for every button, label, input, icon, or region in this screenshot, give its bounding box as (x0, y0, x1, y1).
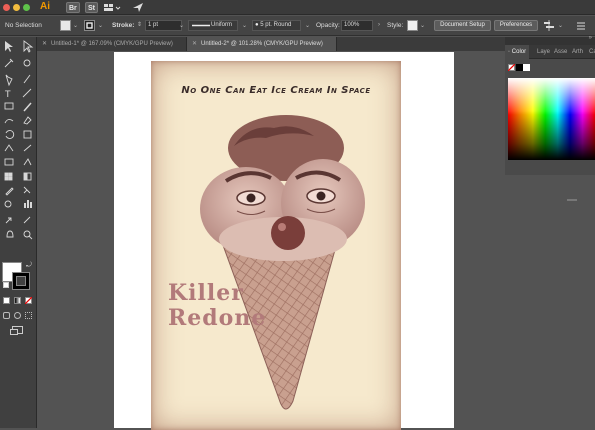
svg-text:T: T (4, 90, 11, 100)
selection-tool-icon[interactable] (0, 37, 12, 48)
stroke-weight-stepper-icon[interactable]: ⇕ (137, 21, 142, 28)
panel-resize-grip[interactable] (567, 199, 577, 201)
preferences-button[interactable]: Preferences (494, 20, 538, 31)
draw-normal-icon[interactable] (3, 312, 10, 319)
opacity-label[interactable]: Opacity: (316, 22, 340, 29)
opacity-field[interactable]: 100% (341, 20, 373, 31)
close-tab-icon[interactable]: ✕ (42, 41, 47, 47)
collapse-panel-icon[interactable]: » (589, 35, 592, 41)
stroke-color-swatch[interactable] (12, 272, 30, 290)
swap-colors-icon[interactable]: ⤾ (26, 262, 32, 270)
stock-button[interactable]: St (85, 2, 98, 13)
headline-line-1: Killer (168, 280, 244, 306)
tab-label: Untitled-2* @ 101.28% (CMYK/GPU Preview) (201, 41, 323, 47)
panel-tab-bar: ▫Color Laye Asse Arth Ca (505, 45, 595, 59)
white-swatch[interactable] (523, 64, 530, 71)
tab-ca[interactable]: Ca (589, 45, 595, 59)
none-mode-icon[interactable] (25, 297, 32, 304)
poster-headline[interactable]: Killer Redone (168, 281, 266, 331)
stroke-weight-field[interactable]: 1 pt (145, 20, 182, 31)
brush-label: 5 pt. Round (260, 22, 292, 28)
document-setup-button[interactable]: Document Setup (434, 20, 491, 31)
draw-inside-icon[interactable] (25, 312, 32, 319)
none-swatch[interactable] (508, 64, 515, 71)
tab-untitled-1[interactable]: ✕ Untitled-1* @ 167.09% (CMYK/GPU Preview… (37, 37, 187, 51)
graphic-style-swatch[interactable] (407, 20, 418, 31)
stroke-swatch[interactable] (84, 20, 95, 31)
profile-dropdown-icon[interactable]: ⌄ (242, 22, 247, 29)
cherry-nose (271, 216, 305, 250)
fill-dropdown-icon[interactable]: ⌄ (73, 22, 78, 29)
close-window-button[interactable] (3, 4, 10, 11)
tab-color[interactable]: ▫ Color (505, 45, 530, 59)
variable-width-profile[interactable]: Uniform (188, 20, 238, 31)
panel-menu-icon[interactable] (575, 20, 587, 31)
tab-artboards[interactable]: Arth (572, 45, 583, 59)
gradient-mode-icon[interactable] (14, 297, 21, 304)
profile-label: Uniform (211, 22, 233, 28)
tools-panel: T ⤾ (0, 37, 37, 428)
style-dropdown-icon[interactable]: ⌄ (420, 22, 425, 29)
color-spectrum[interactable] (508, 78, 595, 160)
zoom-window-button[interactable] (23, 4, 30, 11)
tab-layers[interactable]: Laye (537, 45, 550, 59)
black-swatch[interactable] (516, 64, 523, 71)
send-icon[interactable] (132, 2, 144, 13)
canvas-area[interactable]: No One Can Eat Ice Cream In Space Killer… (37, 51, 505, 430)
tab-label: Untitled-1* @ 167.09% (CMYK/GPU Preview) (51, 41, 173, 47)
document-tab-bar: ✕ Untitled-1* @ 167.09% (CMYK/GPU Preview… (37, 37, 505, 51)
panel-empty-area (505, 175, 595, 428)
control-bar: No Selection ⌄ ⌄ Stroke: ⇕ 1 pt ⌄ Unifor… (0, 16, 595, 36)
selection-status: No Selection (5, 22, 42, 29)
stroke-weight-dropdown-icon[interactable]: ⌄ (179, 22, 184, 29)
style-label: Style: (387, 22, 404, 29)
brush-definition[interactable]: ● 5 pt. Round (252, 20, 301, 31)
close-tab-icon[interactable]: ✕ (192, 41, 197, 47)
screen-mode-icon[interactable] (10, 326, 23, 335)
brush-dropdown-icon[interactable]: ⌄ (305, 22, 310, 29)
color-panel: » ▫Color Laye Asse Arth Ca (505, 35, 595, 428)
tab-assets[interactable]: Asse (554, 45, 567, 59)
bridge-button[interactable]: Br (66, 2, 80, 13)
headline-line-2: Redone (168, 305, 267, 331)
draw-behind-icon[interactable] (14, 312, 21, 319)
ice-cream-illustration[interactable] (151, 61, 401, 430)
color-mode-icon[interactable] (3, 297, 10, 304)
opacity-arrow-icon[interactable]: › (378, 22, 380, 28)
stroke-dropdown-icon[interactable]: ⌄ (98, 22, 103, 29)
minimize-window-button[interactable] (13, 4, 20, 11)
arrange-documents-icon[interactable] (103, 2, 121, 13)
align-dropdown-icon[interactable]: ⌄ (558, 22, 563, 29)
artboard[interactable]: No One Can Eat Ice Cream In Space Killer… (114, 52, 454, 430)
tab-untitled-2[interactable]: ✕ Untitled-2* @ 101.28% (CMYK/GPU Preview… (187, 37, 337, 51)
panel-header[interactable]: » (505, 35, 595, 45)
poster[interactable]: No One Can Eat Ice Cream In Space Killer… (151, 61, 401, 430)
color-panel-body (505, 59, 595, 175)
app-bar: Ai Br St (0, 0, 595, 15)
align-icon[interactable] (543, 20, 555, 31)
tab-color-label: Color (511, 49, 527, 55)
fill-swatch[interactable] (60, 20, 71, 31)
default-colors-icon[interactable] (3, 282, 9, 288)
stroke-label: Stroke: (112, 22, 135, 29)
app-logo: Ai (40, 1, 50, 12)
